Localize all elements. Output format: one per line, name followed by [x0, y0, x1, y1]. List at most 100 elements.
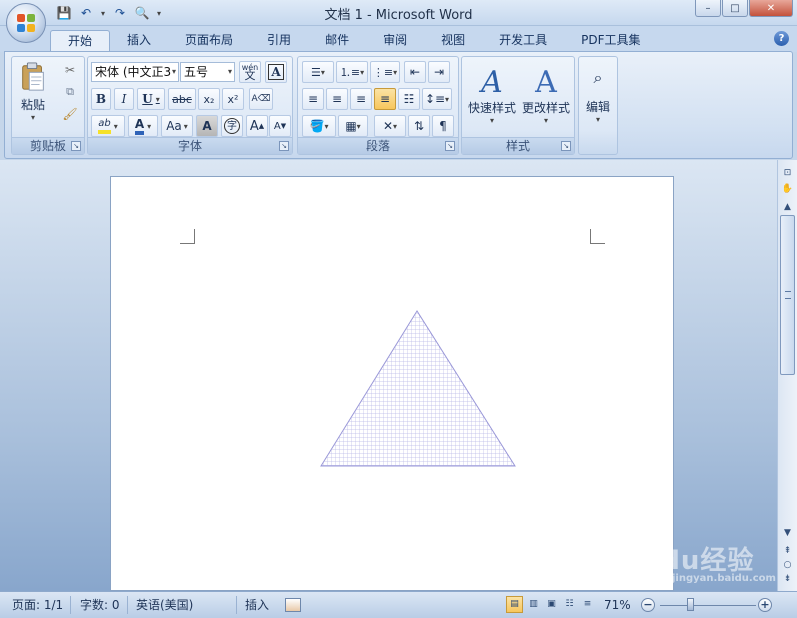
tab-2[interactable]: 页面布局	[168, 30, 250, 52]
sort-icon[interactable]: ⇅	[408, 115, 430, 137]
copy-icon[interactable]: ⧉	[60, 83, 80, 101]
superscript-button[interactable]: x²	[222, 88, 244, 110]
divider	[236, 596, 237, 614]
tab-5[interactable]: 审阅	[366, 30, 424, 52]
distribute-icon[interactable]: ☷	[398, 88, 420, 110]
triangle-shape[interactable]	[319, 309, 519, 469]
grow-font-label: A	[249, 118, 259, 134]
maximize-button[interactable]: □	[722, 0, 748, 17]
tab-4[interactable]: 邮件	[308, 30, 366, 52]
underline-button[interactable]: U ▾	[137, 88, 165, 110]
bullets-icon: ☰	[311, 65, 321, 79]
macro-record-icon[interactable]	[285, 598, 301, 612]
font-size-value: 五号	[184, 65, 209, 79]
highlight-button[interactable]: ab ▾	[91, 115, 125, 137]
print-layout-view-icon[interactable]: ▤	[506, 596, 523, 613]
styles-launcher-icon[interactable]: ↘	[561, 141, 571, 151]
next-page-icon[interactable]: ⇟	[780, 572, 795, 586]
web-layout-view-icon[interactable]: ▣	[543, 596, 560, 613]
enclose-char-button[interactable]: 字	[221, 115, 243, 137]
page-count[interactable]: 页面: 1/1	[12, 597, 63, 613]
tab-3[interactable]: 引用	[250, 30, 308, 52]
insert-mode-indicator[interactable]: 插入	[245, 597, 269, 613]
quick-styles-button[interactable]: A 快速样式 ▾	[466, 59, 518, 133]
char-shading-button[interactable]: A	[196, 115, 218, 137]
clear-formatting-button[interactable]: A⌫	[249, 88, 273, 110]
line-spacing-button[interactable]: ↕≡ ▾	[422, 88, 452, 110]
close-button[interactable]: ✕	[749, 0, 793, 17]
document-area	[0, 160, 777, 591]
scroll-down-icon[interactable]: ▼	[780, 526, 795, 540]
scroll-up-icon[interactable]: ▲	[780, 200, 795, 214]
change-case-button[interactable]: Aa ▾	[161, 115, 193, 137]
change-styles-button[interactable]: A 更改样式 ▾	[520, 59, 572, 133]
align-left-icon[interactable]: ≡	[302, 88, 324, 110]
margin-corner-top-right	[590, 229, 605, 244]
language-indicator[interactable]: 英语(美国)	[136, 597, 193, 613]
decrease-indent-icon[interactable]: ⇤	[404, 61, 426, 83]
paragraph-group-label: 段落	[298, 137, 458, 154]
document-page[interactable]	[110, 176, 674, 591]
strikethrough-button[interactable]: abc	[168, 88, 196, 110]
office-button[interactable]	[6, 3, 46, 43]
clear-formatting-icon: A⌫	[251, 94, 271, 104]
tab-1[interactable]: 插入	[110, 30, 168, 52]
margin-corner-top-left	[180, 229, 195, 244]
align-right-icon[interactable]: ≡	[350, 88, 372, 110]
zoom-slider-track[interactable]	[660, 605, 756, 606]
shading-button[interactable]: 🪣 ▾	[302, 115, 336, 137]
reading-view-icon[interactable]: ▥	[525, 596, 542, 613]
font-launcher-icon[interactable]: ↘	[279, 141, 289, 151]
align-center-icon[interactable]: ≡	[326, 88, 348, 110]
vertical-scrollbar[interactable]: ⊡ ✋ ▲ ▼ ⇞ ○ ⇟	[777, 160, 797, 591]
outline-view-icon[interactable]: ☷	[561, 596, 578, 613]
cut-icon[interactable]: ✂	[60, 61, 80, 79]
ruler-toggle-icon[interactable]: ⊡	[780, 166, 795, 180]
subscript-button[interactable]: x₂	[198, 88, 220, 110]
zoom-slider-thumb[interactable]	[687, 598, 694, 611]
editing-button[interactable]: ⌕ 编辑 ▾	[581, 59, 615, 133]
borders-button[interactable]: ▦ ▾	[338, 115, 368, 137]
paragraph-launcher-icon[interactable]: ↘	[445, 141, 455, 151]
paste-button[interactable]: 粘贴 ▾	[16, 61, 50, 123]
font-size-combo[interactable]: 五号 ▾	[180, 62, 235, 82]
draft-view-icon[interactable]: ≡	[579, 596, 596, 613]
format-painter-icon[interactable]: 🖌	[60, 105, 80, 123]
borders-icon: ▦	[345, 119, 357, 133]
previous-page-icon[interactable]: ⇞	[780, 544, 795, 558]
minimize-button[interactable]: –	[695, 0, 721, 17]
zoom-level[interactable]: 71%	[604, 597, 631, 613]
scrollbar-thumb[interactable]	[780, 215, 795, 375]
tab-6[interactable]: 视图	[424, 30, 482, 52]
grow-font-button[interactable]: A ▲	[246, 115, 268, 137]
browse-object-icon[interactable]: ○	[780, 558, 795, 572]
phonetic-guide-button[interactable]: wén 文	[239, 61, 261, 83]
italic-button[interactable]: I	[114, 88, 134, 110]
title-bar: 💾 ↶ ▾ ↷ 🔍 ▾ 文档 1 - Microsoft Word – □ ✕	[0, 0, 797, 26]
tab-0[interactable]: 开始	[50, 30, 111, 52]
pan-hand-icon[interactable]: ✋	[780, 182, 795, 196]
word-count[interactable]: 字数: 0	[80, 597, 120, 613]
tab-7[interactable]: 开发工具	[482, 30, 564, 52]
divider	[127, 596, 128, 614]
watermark-sub: jingyan.baidu.com	[672, 573, 776, 584]
numbering-button[interactable]: ⒈≡ ▾	[336, 61, 368, 83]
multilevel-list-button[interactable]: ⋮≡ ▾	[370, 61, 400, 83]
help-icon[interactable]: ?	[774, 31, 789, 46]
tab-list: 开始 插入 页面布局 引用 邮件 审阅 视图 开发工具 PDF工具集	[50, 30, 658, 52]
char-border-button[interactable]: A	[265, 61, 287, 83]
clipboard-launcher-icon[interactable]: ↘	[71, 141, 81, 151]
show-marks-icon[interactable]: ¶	[432, 115, 454, 137]
zoom-in-icon[interactable]: +	[758, 598, 772, 612]
font-name-combo[interactable]: 宋体 (中文正3 ▾	[91, 62, 179, 82]
bullets-button[interactable]: ☰ ▾	[302, 61, 334, 83]
justify-icon[interactable]: ≡	[374, 88, 396, 110]
font-color-button[interactable]: A ▾	[128, 115, 158, 137]
tab-8[interactable]: PDF工具集	[564, 30, 657, 52]
divider	[70, 596, 71, 614]
chinese-layout-button[interactable]: ✕ ▾	[374, 115, 406, 137]
bold-button[interactable]: B	[91, 88, 111, 110]
increase-indent-icon[interactable]: ⇥	[428, 61, 450, 83]
shrink-font-button[interactable]: A ▼	[269, 115, 291, 137]
zoom-out-icon[interactable]: −	[641, 598, 655, 612]
